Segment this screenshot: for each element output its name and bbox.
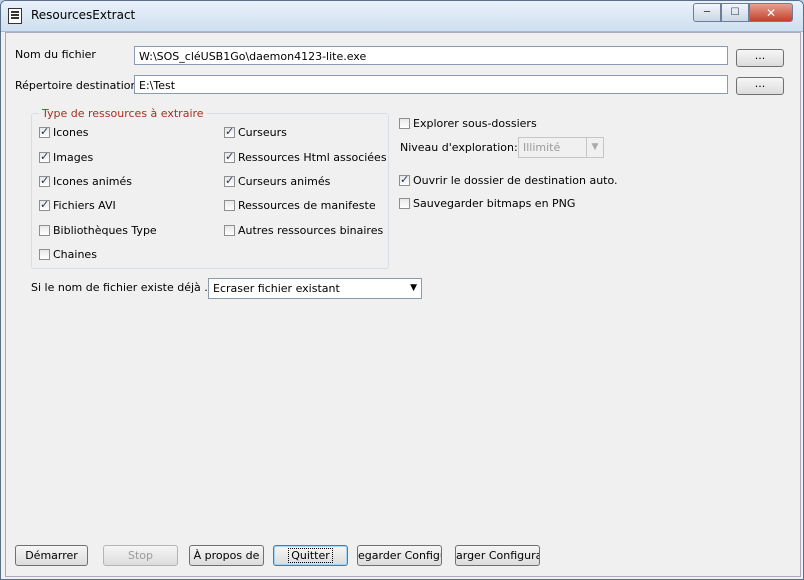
minimize-button[interactable]: ─ bbox=[693, 3, 721, 22]
destination-browse-button[interactable]: ... bbox=[736, 77, 784, 95]
checkbox-type-libraries[interactable]: Bibliothèques Type bbox=[39, 224, 157, 237]
maximize-icon: ☐ bbox=[730, 7, 740, 18]
checkbox-box[interactable] bbox=[399, 198, 410, 209]
exploration-level-select[interactable]: Illimité ▼ bbox=[518, 137, 604, 158]
load-config-button[interactable]: arger Configurati bbox=[455, 545, 540, 566]
checkbox-html-resources[interactable]: Ressources Html associées bbox=[224, 150, 387, 164]
checkbox-label: Bibliothèques Type bbox=[53, 224, 157, 237]
checkbox-label: Sauvegarder bitmaps en PNG bbox=[413, 197, 576, 210]
checkbox-images[interactable]: Images bbox=[39, 150, 94, 164]
checkbox-explore-subfolders[interactable]: Explorer sous-dossiers bbox=[399, 117, 537, 130]
checkbox-label: Icones animés bbox=[53, 175, 132, 188]
checkbox-box[interactable] bbox=[39, 150, 50, 163]
start-button[interactable]: Démarrer bbox=[15, 545, 88, 566]
maximize-button[interactable]: ☐ bbox=[721, 3, 749, 22]
checkbox-box[interactable] bbox=[39, 125, 50, 138]
about-button[interactable]: À propos de bbox=[189, 545, 264, 566]
checkbox-box[interactable] bbox=[224, 174, 235, 187]
destination-label: Répertoire destination bbox=[15, 79, 138, 92]
title-bar[interactable]: ResourcesExtract ─ ☐ ✕ bbox=[1, 1, 803, 32]
checkbox-label: Explorer sous-dossiers bbox=[413, 117, 537, 130]
checkbox-animated-icons[interactable]: Icones animés bbox=[39, 174, 132, 188]
window-controls: ─ ☐ ✕ bbox=[693, 3, 793, 22]
filename-browse-button[interactable]: ... bbox=[736, 49, 784, 67]
client-area: Nom du fichier W:\SOS_cléUSB1Go\daemon41… bbox=[5, 32, 801, 577]
chevron-down-icon[interactable]: ▼ bbox=[410, 279, 417, 298]
save-config-button[interactable]: egarder Configur bbox=[357, 545, 442, 566]
app-icon[interactable] bbox=[8, 8, 22, 24]
checkbox-label: Curseurs bbox=[238, 126, 287, 139]
window-title: ResourcesExtract bbox=[31, 8, 136, 22]
checkbox-box[interactable] bbox=[39, 249, 50, 260]
checkbox-box[interactable] bbox=[224, 150, 235, 163]
main-window: ResourcesExtract ─ ☐ ✕ Nom du fichier W:… bbox=[0, 0, 804, 580]
checkbox-label: Icones bbox=[53, 126, 89, 139]
close-button[interactable]: ✕ bbox=[749, 3, 793, 22]
checkbox-animated-cursors[interactable]: Curseurs animés bbox=[224, 174, 331, 188]
checkbox-box[interactable] bbox=[224, 125, 235, 138]
checkbox-label: Images bbox=[53, 151, 94, 164]
file-exists-value: Ecraser fichier existant bbox=[213, 282, 340, 295]
checkbox-label: Ressources de manifeste bbox=[238, 199, 376, 212]
minimize-icon: ─ bbox=[703, 7, 711, 18]
stop-button[interactable]: Stop bbox=[103, 545, 178, 566]
quit-button[interactable]: Quitter bbox=[273, 545, 348, 566]
checkbox-box[interactable] bbox=[399, 173, 410, 186]
file-exists-select[interactable]: Ecraser fichier existant ▼ bbox=[208, 278, 422, 299]
checkbox-label: Fichiers AVI bbox=[53, 199, 116, 212]
checkbox-label: Chaines bbox=[53, 248, 97, 261]
close-icon: ✕ bbox=[765, 5, 777, 20]
exploration-level-label: Niveau d'exploration: bbox=[400, 141, 518, 154]
checkbox-box[interactable] bbox=[224, 225, 235, 236]
checkbox-box[interactable] bbox=[224, 200, 235, 211]
checkbox-label: Curseurs animés bbox=[238, 175, 331, 188]
filename-field[interactable]: W:\SOS_cléUSB1Go\daemon4123-lite.exe bbox=[134, 46, 728, 65]
chevron-down-icon[interactable]: ▼ bbox=[586, 138, 603, 157]
filename-label: Nom du fichier bbox=[15, 48, 96, 61]
checkbox-icones[interactable]: Icones bbox=[39, 125, 89, 139]
checkbox-box[interactable] bbox=[39, 225, 50, 236]
checkbox-avi-files[interactable]: Fichiers AVI bbox=[39, 198, 116, 212]
checkbox-label: Ressources Html associées bbox=[238, 151, 387, 164]
checkbox-curseurs[interactable]: Curseurs bbox=[224, 125, 287, 139]
checkbox-box[interactable] bbox=[399, 118, 410, 129]
checkbox-box[interactable] bbox=[39, 174, 50, 187]
quit-button-label: Quitter bbox=[288, 548, 333, 563]
checkbox-manifest[interactable]: Ressources de manifeste bbox=[224, 199, 376, 212]
checkbox-box[interactable] bbox=[39, 198, 50, 211]
checkbox-label: Ouvrir le dossier de destination auto. bbox=[413, 174, 618, 187]
checkbox-other-binary[interactable]: Autres ressources binaires bbox=[224, 224, 383, 237]
checkbox-label: Autres ressources binaires bbox=[238, 224, 384, 237]
checkbox-strings[interactable]: Chaines bbox=[39, 248, 97, 261]
destination-field[interactable]: E:\Test bbox=[134, 75, 728, 94]
exploration-level-value: Illimité bbox=[523, 141, 561, 154]
checkbox-save-png[interactable]: Sauvegarder bitmaps en PNG bbox=[399, 197, 575, 210]
checkbox-open-destination[interactable]: Ouvrir le dossier de destination auto. bbox=[399, 173, 618, 187]
resource-types-legend: Type de ressources à extraire bbox=[39, 107, 207, 120]
file-exists-label: Si le nom de fichier existe déjà ... bbox=[31, 281, 215, 294]
